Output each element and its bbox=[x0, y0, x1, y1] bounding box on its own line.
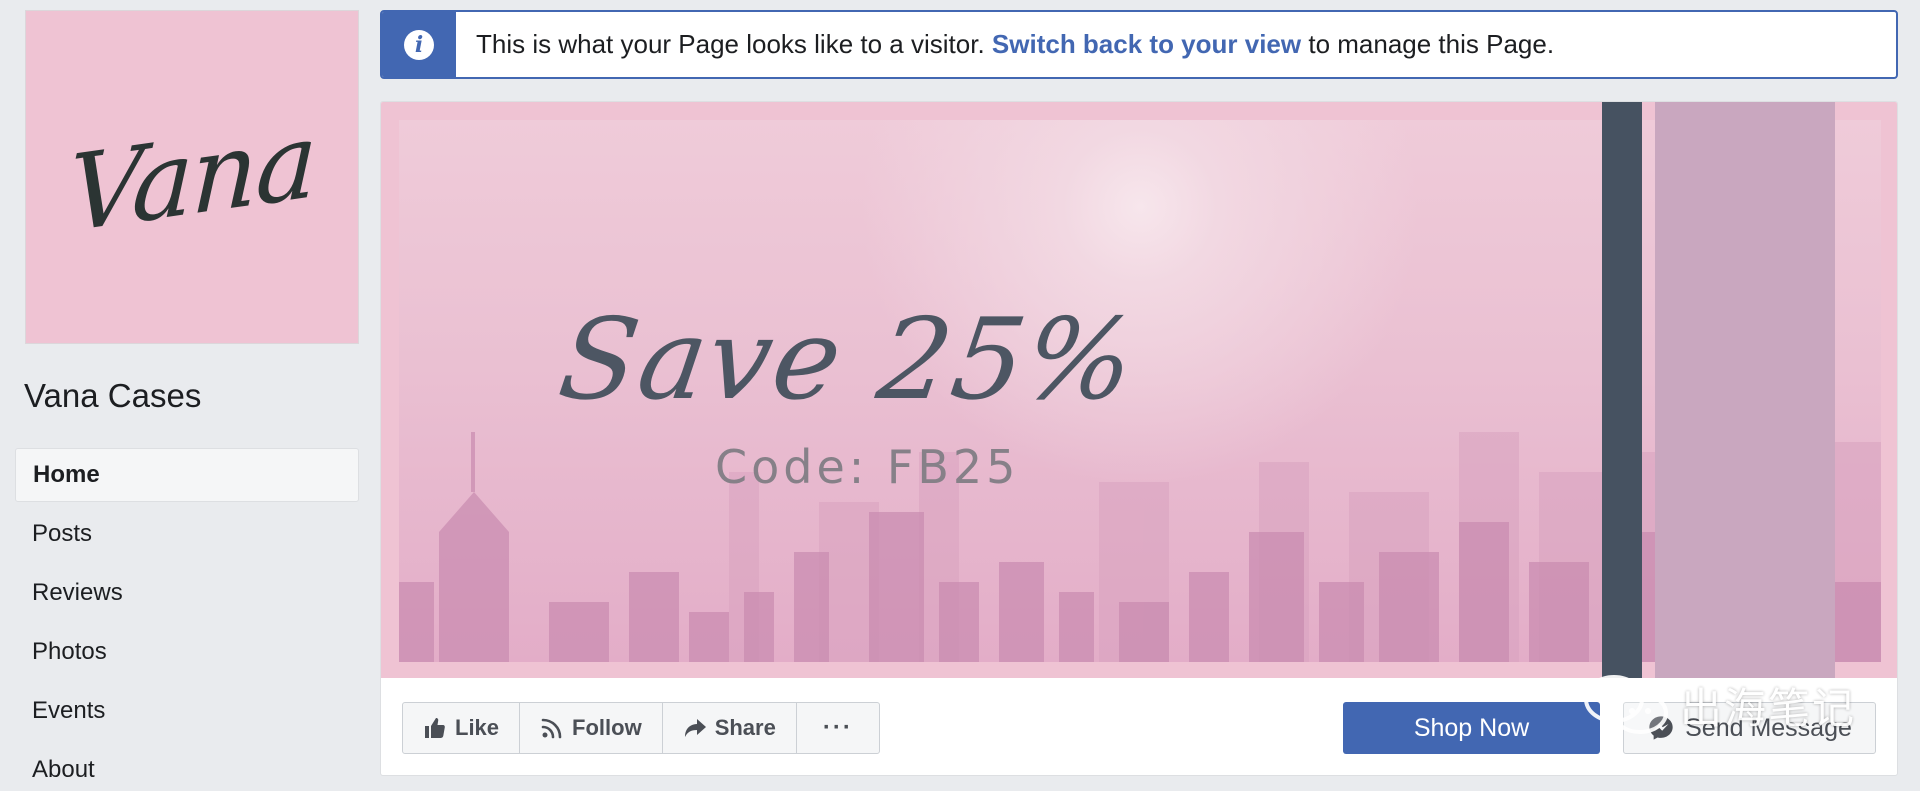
nav-item-reviews[interactable]: Reviews bbox=[15, 566, 359, 620]
promo-code: Code: FB25 bbox=[715, 440, 1020, 494]
watermark-text: 出海笔记 bbox=[1680, 683, 1857, 733]
switch-view-link[interactable]: Switch back to your view bbox=[992, 29, 1301, 59]
share-label: Share bbox=[714, 715, 776, 740]
profile-logo-text: Vana bbox=[66, 97, 318, 257]
follow-label: Follow bbox=[572, 715, 642, 740]
follow-button[interactable]: Follow bbox=[520, 703, 663, 753]
wechat-logo-icon bbox=[1584, 675, 1668, 734]
notice-text-after: to manage this Page. bbox=[1308, 29, 1555, 59]
cover-dark-stripe bbox=[1602, 102, 1642, 678]
more-options-button[interactable]: ··· bbox=[797, 703, 879, 753]
shop-now-button[interactable]: Shop Now bbox=[1343, 702, 1600, 754]
info-icon: i bbox=[404, 29, 434, 60]
page-nav: Home Posts Reviews Photos Events About bbox=[15, 448, 359, 791]
nav-item-about[interactable]: About bbox=[15, 743, 359, 791]
page-actions: Like Follow Share ··· bbox=[402, 702, 880, 754]
nav-item-events[interactable]: Events bbox=[15, 684, 359, 738]
share-button[interactable]: Share bbox=[663, 703, 797, 753]
wechat-watermark: 出海笔记 bbox=[1580, 670, 1856, 740]
cover-mauve-stripe bbox=[1655, 102, 1835, 678]
profile-picture[interactable]: Vana bbox=[25, 10, 359, 344]
notice-text-before: This is what your Page looks like to a v… bbox=[476, 29, 985, 59]
visitor-view-notice: i This is what your Page looks like to a… bbox=[380, 10, 1898, 79]
cover-photo[interactable]: Save 25% Code: FB25 bbox=[381, 102, 1897, 678]
nav-item-posts[interactable]: Posts bbox=[15, 507, 359, 561]
thumbs-up-icon bbox=[425, 718, 445, 738]
notice-text: This is what your Page looks like to a v… bbox=[456, 29, 1554, 60]
ellipsis-icon: ··· bbox=[822, 714, 853, 741]
promo-headline: Save 25% bbox=[551, 295, 1144, 425]
like-button[interactable]: Like bbox=[403, 703, 521, 753]
notice-icon-box: i bbox=[382, 12, 456, 77]
nav-item-photos[interactable]: Photos bbox=[15, 625, 359, 679]
page-name[interactable]: Vana Cases bbox=[24, 377, 201, 415]
rss-follow-icon bbox=[541, 718, 562, 739]
like-label: Like bbox=[455, 715, 500, 740]
share-arrow-icon bbox=[684, 719, 706, 737]
nav-item-home[interactable]: Home bbox=[15, 448, 359, 502]
